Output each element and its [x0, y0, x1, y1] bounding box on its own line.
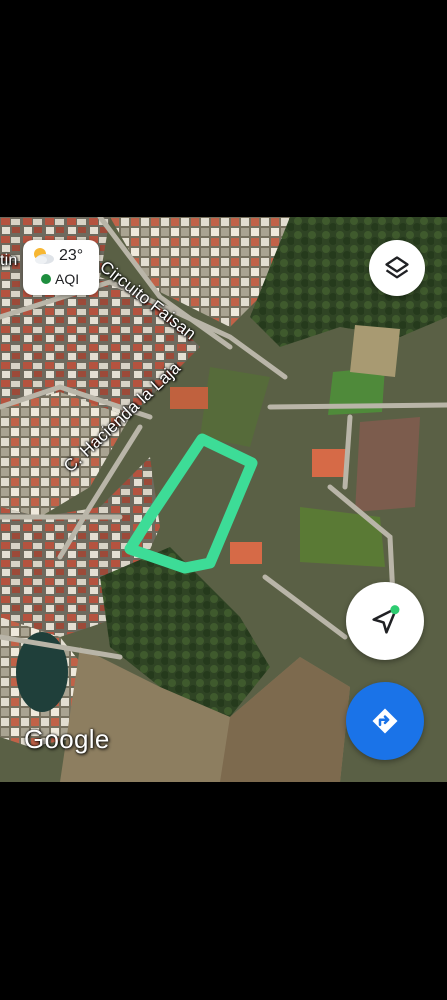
bottom-black-bar: [0, 782, 447, 1000]
weather-temperature: 23°: [59, 247, 84, 264]
weather-chip[interactable]: 23° AQI: [23, 240, 99, 295]
aqi-status-dot: [41, 274, 51, 284]
partly-cloudy-icon: [34, 248, 54, 264]
layers-icon: [385, 256, 409, 279]
top-black-bar: [0, 0, 447, 217]
directions-button[interactable]: [346, 682, 424, 760]
street-label-partial: tin: [0, 252, 18, 269]
navigation-button[interactable]: [346, 582, 424, 660]
google-attribution: Google: [24, 724, 110, 754]
aqi-label: AQI: [55, 271, 80, 287]
layers-button[interactable]: [369, 240, 425, 296]
navigation-arrow-icon: [372, 605, 400, 634]
directions-icon: [372, 708, 398, 734]
